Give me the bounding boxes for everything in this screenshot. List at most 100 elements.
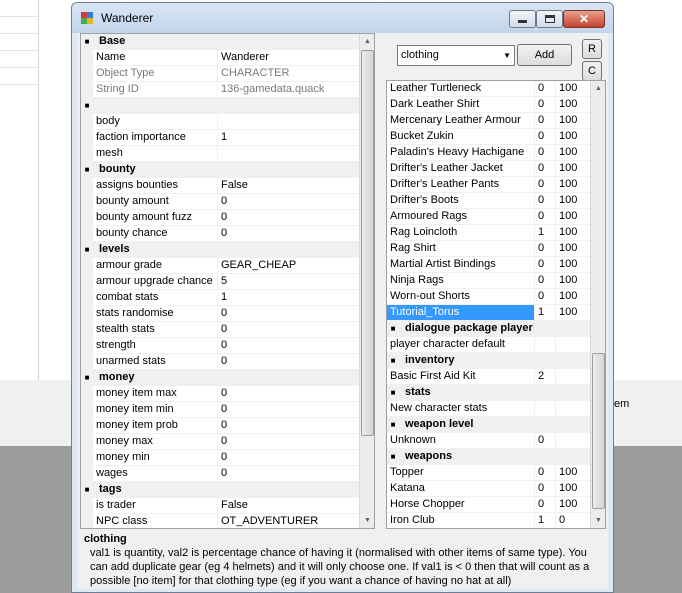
property-row[interactable]: bounty amount 0 bbox=[81, 194, 374, 210]
reference-row[interactable]: Mercenary Leather Armour 0 100 bbox=[387, 113, 605, 129]
scrollbar-thumb[interactable] bbox=[592, 353, 605, 509]
category-row[interactable]: ■ Base bbox=[81, 34, 374, 50]
reference-val1[interactable]: 0 bbox=[535, 257, 556, 272]
collapse-icon[interactable]: ■ bbox=[81, 162, 93, 177]
property-row[interactable]: assigns bounties False bbox=[81, 178, 374, 194]
reference-val1[interactable]: 0 bbox=[535, 289, 556, 304]
property-value[interactable]: 0 bbox=[218, 354, 374, 369]
property-row[interactable]: bounty chance 0 bbox=[81, 226, 374, 242]
reference-val1[interactable]: 0 bbox=[535, 465, 556, 480]
collapse-icon[interactable]: ■ bbox=[81, 242, 93, 257]
property-value[interactable]: 0 bbox=[218, 386, 374, 401]
property-value[interactable] bbox=[218, 114, 374, 129]
r-button[interactable]: R bbox=[582, 39, 602, 59]
property-value[interactable]: 0 bbox=[218, 322, 374, 337]
reference-val1[interactable]: 0 bbox=[535, 497, 556, 512]
reference-row[interactable]: Armoured Rags 0 100 bbox=[387, 209, 605, 225]
property-value[interactable]: 0 bbox=[218, 226, 374, 241]
category-row[interactable]: ■ dialogue package player bbox=[387, 321, 605, 337]
category-row[interactable]: ■ tags bbox=[81, 482, 374, 498]
category-row[interactable]: ■ levels bbox=[81, 242, 374, 258]
maximize-button[interactable] bbox=[536, 10, 563, 28]
property-value[interactable]: 1 bbox=[218, 290, 374, 305]
collapse-icon[interactable]: ■ bbox=[81, 98, 93, 113]
category-row[interactable]: ■ inventory bbox=[387, 353, 605, 369]
property-row[interactable]: bounty amount fuzz 0 bbox=[81, 210, 374, 226]
property-row[interactable]: armour upgrade chance 5 bbox=[81, 274, 374, 290]
property-row[interactable]: armour grade GEAR_CHEAP bbox=[81, 258, 374, 274]
reference-row[interactable]: Paladin's Heavy Hachigane 0 100 bbox=[387, 145, 605, 161]
property-value[interactable]: 0 bbox=[218, 466, 374, 481]
reference-row[interactable]: Worn-out Shorts 0 100 bbox=[387, 289, 605, 305]
collapse-icon[interactable]: ■ bbox=[387, 321, 399, 336]
reference-val1[interactable]: 2 bbox=[535, 369, 556, 384]
property-row[interactable]: money max 0 bbox=[81, 434, 374, 450]
property-row[interactable]: money item max 0 bbox=[81, 386, 374, 402]
property-value[interactable]: OT_ADVENTURER bbox=[218, 514, 374, 528]
collapse-icon[interactable]: ■ bbox=[387, 353, 399, 368]
reference-row[interactable]: Iron Club 1 0 bbox=[387, 513, 605, 528]
property-row[interactable]: unarmed stats 0 bbox=[81, 354, 374, 370]
reference-val1[interactable] bbox=[535, 337, 556, 352]
reference-row[interactable]: Tutorial_Torus 1 100 bbox=[387, 305, 605, 321]
reference-val1[interactable]: 0 bbox=[535, 193, 556, 208]
reference-row[interactable]: Drifter's Leather Jacket 0 100 bbox=[387, 161, 605, 177]
collapse-icon[interactable]: ■ bbox=[387, 417, 399, 432]
reference-val1[interactable]: 0 bbox=[535, 97, 556, 112]
reference-val1[interactable]: 0 bbox=[535, 145, 556, 160]
property-value[interactable]: 1 bbox=[218, 130, 374, 145]
reference-val1[interactable]: 1 bbox=[535, 305, 556, 320]
property-value[interactable]: 0 bbox=[218, 434, 374, 449]
scrollbar-thumb[interactable] bbox=[361, 50, 374, 436]
reference-row[interactable]: player character default bbox=[387, 337, 605, 353]
property-value[interactable]: 0 bbox=[218, 450, 374, 465]
property-row[interactable]: money item min 0 bbox=[81, 402, 374, 418]
property-row[interactable]: NPC class OT_ADVENTURER bbox=[81, 514, 374, 528]
reference-val1[interactable]: 0 bbox=[535, 241, 556, 256]
reference-val1[interactable]: 1 bbox=[535, 225, 556, 240]
reference-val1[interactable]: 0 bbox=[535, 481, 556, 496]
reference-val1[interactable]: 0 bbox=[535, 113, 556, 128]
property-row[interactable]: Name Wanderer bbox=[81, 50, 374, 66]
title-bar[interactable]: Wanderer ✕ bbox=[72, 3, 613, 33]
category-select[interactable]: clothing ▼ bbox=[397, 45, 515, 66]
references-grid[interactable]: Leather Turtleneck 0 100 Dark Leather Shirt… bbox=[386, 80, 606, 529]
reference-row[interactable]: Ninja Rags 0 100 bbox=[387, 273, 605, 289]
collapse-icon[interactable]: ■ bbox=[81, 34, 93, 49]
reference-row[interactable]: Drifter's Boots 0 100 bbox=[387, 193, 605, 209]
reference-row[interactable]: Topper 0 100 bbox=[387, 465, 605, 481]
scroll-down-arrow-icon[interactable]: ▼ bbox=[591, 513, 605, 528]
reference-val1[interactable] bbox=[535, 401, 556, 416]
reference-row[interactable]: Leather Turtleneck 0 100 bbox=[387, 81, 605, 97]
property-value[interactable]: Wanderer bbox=[218, 50, 374, 65]
property-row[interactable]: is trader False bbox=[81, 498, 374, 514]
property-row[interactable]: body bbox=[81, 114, 374, 130]
property-value[interactable]: 0 bbox=[218, 210, 374, 225]
property-value[interactable]: False bbox=[218, 178, 374, 193]
reference-row[interactable]: Martial Artist Bindings 0 100 bbox=[387, 257, 605, 273]
category-row[interactable]: ■ bbox=[81, 98, 374, 114]
reference-val1[interactable]: 0 bbox=[535, 273, 556, 288]
properties-scrollbar[interactable]: ▲ ▼ bbox=[359, 34, 374, 528]
reference-row[interactable]: Rag Shirt 0 100 bbox=[387, 241, 605, 257]
close-button[interactable]: ✕ bbox=[563, 10, 605, 28]
property-value[interactable]: 0 bbox=[218, 194, 374, 209]
references-scrollbar[interactable]: ▲ ▼ bbox=[590, 81, 605, 528]
c-button[interactable]: C bbox=[582, 61, 602, 81]
property-value[interactable]: 0 bbox=[218, 402, 374, 417]
reference-val1[interactable]: 0 bbox=[535, 81, 556, 96]
reference-val1[interactable]: 0 bbox=[535, 129, 556, 144]
property-value[interactable]: 5 bbox=[218, 274, 374, 289]
property-value[interactable]: GEAR_CHEAP bbox=[218, 258, 374, 273]
property-value[interactable]: False bbox=[218, 498, 374, 513]
reference-val1[interactable]: 0 bbox=[535, 209, 556, 224]
collapse-icon[interactable]: ■ bbox=[387, 449, 399, 464]
property-row[interactable]: Object Type CHARACTER bbox=[81, 66, 374, 82]
reference-row[interactable]: Bucket Zukin 0 100 bbox=[387, 129, 605, 145]
scroll-up-arrow-icon[interactable]: ▲ bbox=[360, 34, 374, 49]
reference-val1[interactable]: 0 bbox=[535, 161, 556, 176]
reference-row[interactable]: Katana 0 100 bbox=[387, 481, 605, 497]
property-row[interactable]: combat stats 1 bbox=[81, 290, 374, 306]
category-row[interactable]: ■ weapons bbox=[387, 449, 605, 465]
add-button[interactable]: Add bbox=[517, 44, 572, 66]
